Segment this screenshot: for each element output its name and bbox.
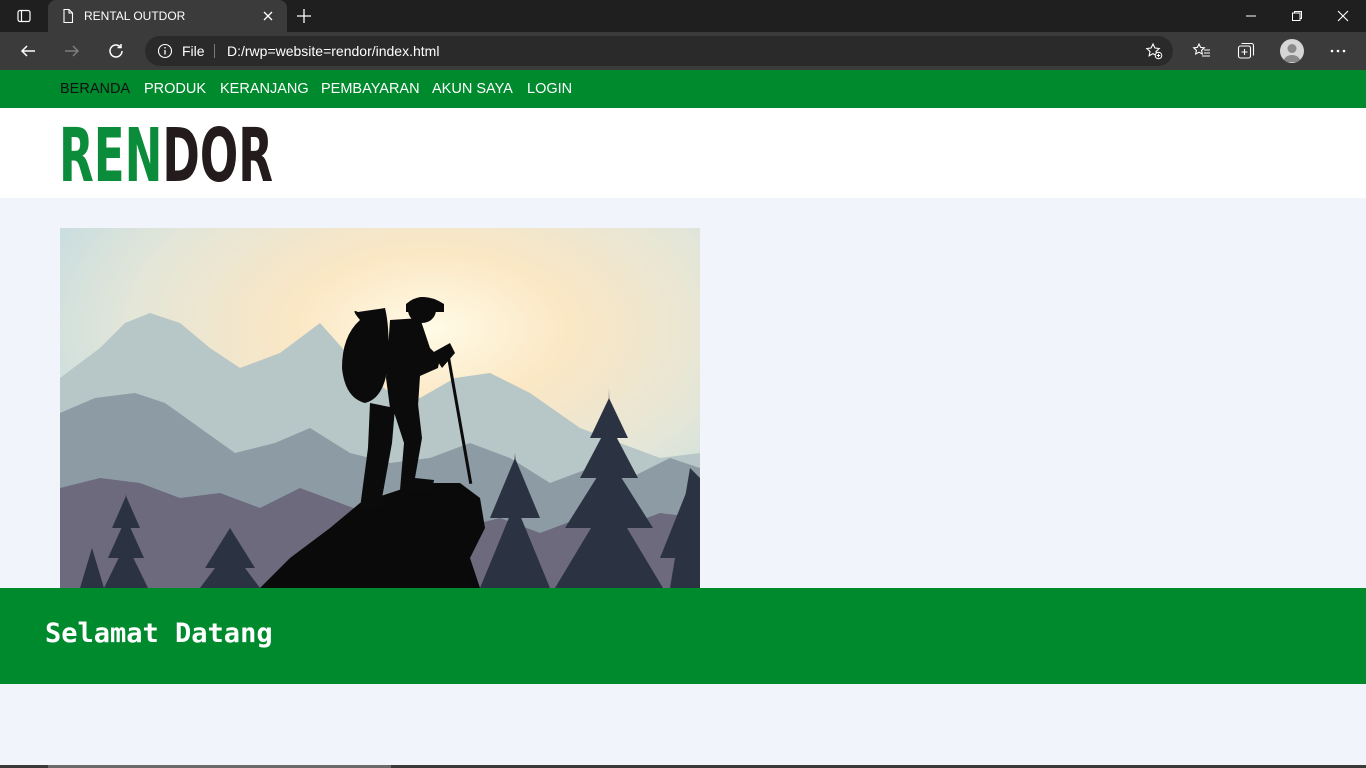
minimize-button[interactable] xyxy=(1228,0,1274,32)
restore-icon xyxy=(1292,11,1302,21)
browser-tab-bar: RENTAL OUTDOR xyxy=(0,0,1366,32)
address-divider xyxy=(214,44,215,58)
minimize-icon xyxy=(1246,15,1256,17)
browser-toolbar: File D:/rwp=website=rendor/index.html xyxy=(0,32,1366,70)
welcome-banner: Selamat Datang xyxy=(0,588,1366,684)
address-scheme: File xyxy=(182,43,205,59)
refresh-icon xyxy=(109,44,123,58)
menu-item-login[interactable]: LOGIN xyxy=(527,70,572,108)
restore-button[interactable] xyxy=(1274,0,1320,32)
refresh-button[interactable] xyxy=(100,37,132,65)
site-nav-menu: BERANDA PRODUK KERANJANG PEMBAYARAN AKUN… xyxy=(0,70,1366,108)
profile-avatar[interactable] xyxy=(1280,39,1304,63)
tab-title: RENTAL OUTDOR xyxy=(84,9,186,23)
menu-item-produk[interactable]: PRODUK xyxy=(144,70,206,108)
back-button[interactable] xyxy=(12,37,44,65)
svg-text:RENDOR: RENDOR xyxy=(59,121,273,185)
close-window-button[interactable] xyxy=(1320,0,1366,32)
more-icon xyxy=(1330,49,1346,53)
add-favorite-icon[interactable] xyxy=(1145,42,1163,60)
collections-icon xyxy=(1237,42,1255,59)
hero-hiker-image xyxy=(60,228,700,588)
page-icon xyxy=(63,8,74,24)
info-icon[interactable] xyxy=(157,43,173,59)
menu-item-keranjang[interactable]: KERANJANG xyxy=(220,70,309,108)
forward-arrow-icon xyxy=(65,45,80,57)
menu-item-pembayaran[interactable]: PEMBAYARAN xyxy=(321,70,420,108)
more-options-button[interactable] xyxy=(1326,39,1350,63)
profile-icon xyxy=(1283,44,1301,62)
browser-tab[interactable]: RENTAL OUTDOR xyxy=(48,0,287,32)
forward-button[interactable] xyxy=(56,37,88,65)
back-arrow-icon xyxy=(20,45,35,57)
tab-actions-icon xyxy=(17,9,31,23)
close-icon xyxy=(1337,10,1349,22)
tab-close-icon[interactable] xyxy=(260,8,276,24)
collections-button[interactable] xyxy=(1234,39,1258,63)
favorites-button[interactable] xyxy=(1190,39,1214,63)
rendor-logo[interactable]: RENDOR xyxy=(59,121,279,185)
favorites-icon xyxy=(1192,42,1210,57)
tab-actions-button[interactable] xyxy=(0,0,48,32)
menu-item-beranda[interactable]: BERANDA xyxy=(60,70,130,108)
address-bar[interactable]: File D:/rwp=website=rendor/index.html xyxy=(145,36,1173,66)
site-header: RENDOR xyxy=(0,108,1366,198)
address-url[interactable]: D:/rwp=website=rendor/index.html xyxy=(227,36,439,66)
welcome-heading: Selamat Datang xyxy=(45,618,273,649)
new-tab-icon[interactable] xyxy=(294,6,314,26)
menu-item-akun-saya[interactable]: AKUN SAYA xyxy=(432,70,513,108)
